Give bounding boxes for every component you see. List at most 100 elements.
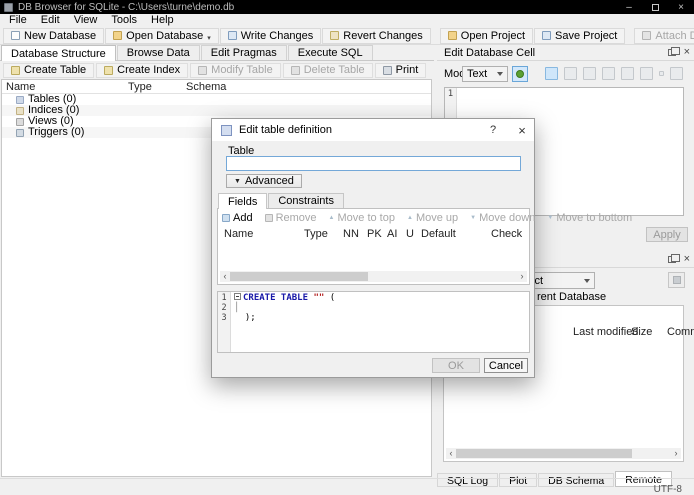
modify-table-button: Modify Table <box>190 62 281 78</box>
create-index-button[interactable]: Create Index <box>96 62 189 78</box>
menu-view[interactable]: View <box>67 14 105 27</box>
table-name-input[interactable] <box>226 156 521 171</box>
tab-execute-sql[interactable]: Execute SQL <box>287 45 373 60</box>
fullscreen-icon <box>640 67 653 80</box>
new-database-icon <box>11 31 20 40</box>
menu-help[interactable]: Help <box>144 14 181 27</box>
tab-database-structure[interactable]: Database Structure <box>1 45 116 61</box>
tree-col-name[interactable]: Name <box>6 81 35 93</box>
col-check[interactable]: Check <box>491 228 522 240</box>
tab-browse-data[interactable]: Browse Data <box>116 45 200 60</box>
auto-switch-mode-toggle[interactable] <box>512 66 528 82</box>
sql-preview[interactable]: 1 2 3 CREATE TABLE "" ( │ ); <box>217 291 530 353</box>
create-table-icon <box>11 65 20 75</box>
col-nn[interactable]: NN <box>343 228 359 240</box>
open-database-dropdown-arrow-icon[interactable]: ▾ <box>207 34 211 43</box>
col-default[interactable]: Default <box>421 228 456 240</box>
tab-constraints[interactable]: Constraints <box>268 193 344 208</box>
print-cell-icon <box>670 67 683 80</box>
apply-button: Apply <box>646 227 688 242</box>
scrollbar-thumb[interactable] <box>230 272 368 281</box>
line-number: 2 <box>221 303 227 313</box>
col-size[interactable]: Size <box>631 326 652 338</box>
tables-icon <box>16 95 24 104</box>
write-changes-button[interactable]: Write Changes <box>219 27 322 44</box>
col-ai[interactable]: AI <box>387 228 397 240</box>
main-view-tabs: Database Structure Browse Data Edit Prag… <box>0 45 434 61</box>
scrollbar-thumb[interactable] <box>456 449 632 458</box>
tree-header: Name Type Schema <box>2 80 431 94</box>
advanced-expander-button[interactable]: ▼ Advanced <box>226 174 302 188</box>
open-database-button[interactable]: Open Database ▾ <box>105 27 219 44</box>
attach-database-button: Attach Database <box>634 27 694 44</box>
scroll-left-icon[interactable]: ‹ <box>220 271 230 282</box>
close-icon[interactable]: × <box>668 0 694 14</box>
col-pk[interactable]: PK <box>367 228 382 240</box>
float-panel-icon[interactable] <box>667 47 680 56</box>
maximize-icon[interactable] <box>642 0 668 14</box>
open-project-label: Open Project <box>460 29 525 42</box>
sql-line-3: ); <box>234 313 335 323</box>
dialog-close-icon[interactable]: × <box>508 119 536 141</box>
move-to-top-icon: ▲ <box>328 215 335 221</box>
revert-changes-button[interactable]: Revert Changes <box>322 27 431 44</box>
null-value-icon <box>564 67 577 80</box>
remove-label: Remove <box>275 212 317 224</box>
word-wrap-icon[interactable] <box>545 67 558 80</box>
sql-code: CREATE TABLE "" ( │ ); <box>231 292 335 352</box>
delete-table-label: Delete Table <box>303 64 365 76</box>
minimize-icon[interactable]: – <box>616 0 642 14</box>
main-toolbar: New Database Open Database ▾ Write Change… <box>0 27 694 45</box>
import-file-icon <box>583 67 596 80</box>
move-up-button: ▲ Move up <box>407 212 458 224</box>
add-label: Add <box>233 212 253 224</box>
save-project-button[interactable]: Save Project <box>534 27 626 44</box>
open-project-button[interactable]: Open Project <box>439 27 533 44</box>
menu-edit[interactable]: Edit <box>34 14 67 27</box>
cancel-label: Cancel <box>488 359 524 372</box>
structure-toolbar: Create Table Create Index Modify Table D… <box>0 62 434 78</box>
write-changes-label: Write Changes <box>240 29 314 42</box>
edit-cell-panel-title: Edit Database Cell <box>444 46 536 59</box>
scroll-left-icon[interactable]: ‹ <box>446 448 456 459</box>
cancel-button[interactable]: Cancel <box>484 358 528 373</box>
line-number: 1 <box>447 89 454 99</box>
add-field-button[interactable]: Add <box>222 212 253 224</box>
menu-file[interactable]: File <box>2 14 34 27</box>
close-panel-icon[interactable]: × <box>684 254 690 265</box>
delete-table-button: Delete Table <box>282 62 373 78</box>
close-panel-icon[interactable]: × <box>684 47 690 58</box>
col-u[interactable]: U <box>406 228 414 240</box>
col-last-modified[interactable]: Last modified <box>573 326 638 338</box>
tab-fields[interactable]: Fields <box>218 193 268 209</box>
scroll-right-icon[interactable]: › <box>671 448 681 459</box>
encoding-indicator[interactable]: UTF-8 <box>654 484 682 495</box>
fold-collapse-icon[interactable] <box>234 293 241 300</box>
ok-button: OK <box>432 358 480 373</box>
menu-tools[interactable]: Tools <box>104 14 144 27</box>
float-panel-icon[interactable] <box>667 254 680 263</box>
dialog-help-button[interactable]: ? <box>480 119 506 141</box>
triggers-icon <box>16 128 24 137</box>
remote-horizontal-scrollbar[interactable]: ‹ › <box>446 448 681 459</box>
sql-close: ); <box>244 313 256 323</box>
mode-value: Text <box>467 68 488 80</box>
attach-database-icon <box>642 31 652 40</box>
tree-col-schema[interactable]: Schema <box>186 81 226 93</box>
open-project-icon <box>447 31 457 40</box>
col-commit[interactable]: Comm <box>667 326 694 338</box>
dialog-title: Edit table definition <box>239 124 332 136</box>
create-table-button[interactable]: Create Table <box>3 62 95 78</box>
dialog-tabs: Fields Constraints <box>218 193 345 209</box>
tree-col-type[interactable]: Type <box>128 81 152 93</box>
new-database-button[interactable]: New Database <box>3 27 105 44</box>
col-name[interactable]: Name <box>224 228 253 240</box>
scroll-right-icon[interactable]: › <box>517 271 527 282</box>
fields-horizontal-scrollbar[interactable]: ‹ › <box>220 271 527 282</box>
tab-edit-pragmas[interactable]: Edit Pragmas <box>200 45 287 60</box>
sql-keyword: CREATE TABLE <box>243 293 309 303</box>
mode-select[interactable]: Text <box>462 66 508 82</box>
col-type[interactable]: Type <box>304 228 328 240</box>
print-button[interactable]: Print <box>374 62 427 78</box>
move-to-bottom-icon: ▼ <box>547 215 554 221</box>
